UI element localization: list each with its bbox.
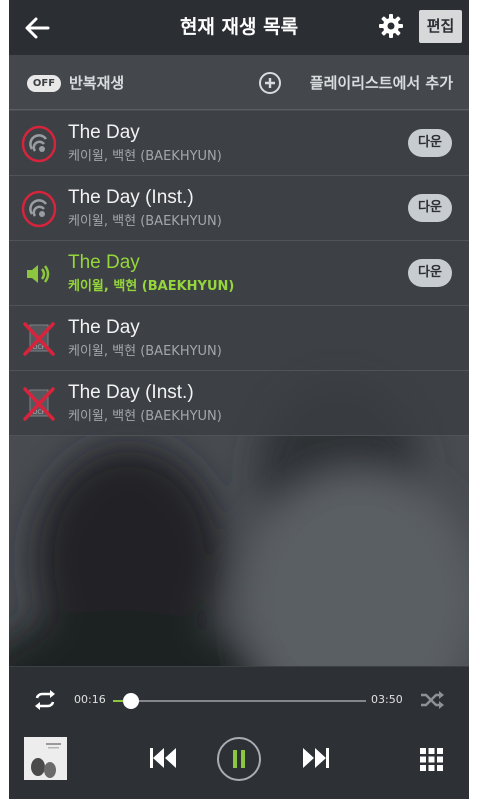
grid-menu-icon[interactable]	[420, 748, 443, 771]
player-bar: 00:16 03:50	[9, 666, 469, 799]
download-button[interactable]: 다운	[408, 194, 452, 222]
pause-icon	[233, 750, 245, 768]
song-title: The Day	[68, 122, 140, 143]
now-playing-screen: 현재 재생 목록 편집 OFF 반복재생 플레이리스트에서 추가 The Day…	[9, 0, 469, 799]
total-time: 03:50	[371, 693, 403, 706]
song-title: The Day	[68, 317, 140, 338]
drm-file-icon: DCF	[23, 387, 55, 421]
add-from-playlist-button[interactable]: 플레이리스트에서 추가	[258, 71, 453, 95]
streaming-icon	[21, 190, 57, 228]
current-time: 00:16	[74, 693, 106, 706]
streaming-icon	[21, 125, 57, 163]
playlist-toolbar: OFF 반복재생 플레이리스트에서 추가	[9, 55, 469, 110]
song-title: The Day (Inst.)	[68, 187, 194, 208]
song-artist: 케이윌, 백현 (BAEKHYUN)	[68, 279, 235, 294]
playlist-item[interactable]: The Day (Inst.) 케이윌, 백현 (BAEKHYUN) 다운	[9, 176, 469, 241]
speaker-icon	[27, 265, 50, 283]
repeat-icon[interactable]	[31, 689, 59, 711]
song-artist: 케이윌, 백현 (BAEKHYUN)	[68, 409, 222, 424]
song-artist: 케이윌, 백현 (BAEKHYUN)	[68, 214, 222, 229]
skip-next-icon[interactable]	[301, 746, 331, 770]
song-artist: 케이윌, 백현 (BAEKHYUN)	[68, 149, 222, 164]
skip-previous-icon[interactable]	[148, 746, 178, 770]
app-header: 현재 재생 목록 편집	[9, 0, 469, 55]
drm-file-icon: DCF	[23, 322, 55, 356]
progress-slider[interactable]	[113, 693, 366, 709]
download-button[interactable]: 다운	[408, 259, 452, 287]
repeat-toggle[interactable]: OFF	[27, 75, 61, 92]
song-title: The Day	[68, 252, 140, 273]
playlist-item[interactable]: DCF The Day (Inst.) 케이윌, 백현 (BAEKHYUN)	[9, 371, 469, 436]
download-button[interactable]: 다운	[408, 129, 452, 157]
add-from-playlist-label: 플레이리스트에서 추가	[309, 74, 453, 92]
playlist-item-playing[interactable]: The Day 케이윌, 백현 (BAEKHYUN) 다운	[9, 241, 469, 306]
song-title: The Day (Inst.)	[68, 382, 194, 403]
gear-icon[interactable]	[377, 12, 405, 40]
progress-thumb[interactable]	[122, 693, 139, 709]
edit-button[interactable]: 편집	[419, 10, 462, 43]
plus-circle-icon	[259, 72, 281, 94]
playlist: The Day 케이윌, 백현 (BAEKHYUN) 다운 The Day (I…	[9, 111, 469, 436]
repeat-label: 반복재생	[69, 74, 125, 92]
playlist-item[interactable]: DCF The Day 케이윌, 백현 (BAEKHYUN)	[9, 306, 469, 371]
pause-button[interactable]	[217, 737, 261, 781]
playlist-item[interactable]: The Day 케이윌, 백현 (BAEKHYUN) 다운	[9, 111, 469, 176]
album-thumbnail[interactable]	[24, 737, 67, 780]
shuffle-icon[interactable]	[419, 689, 445, 711]
song-artist: 케이윌, 백현 (BAEKHYUN)	[68, 344, 222, 359]
